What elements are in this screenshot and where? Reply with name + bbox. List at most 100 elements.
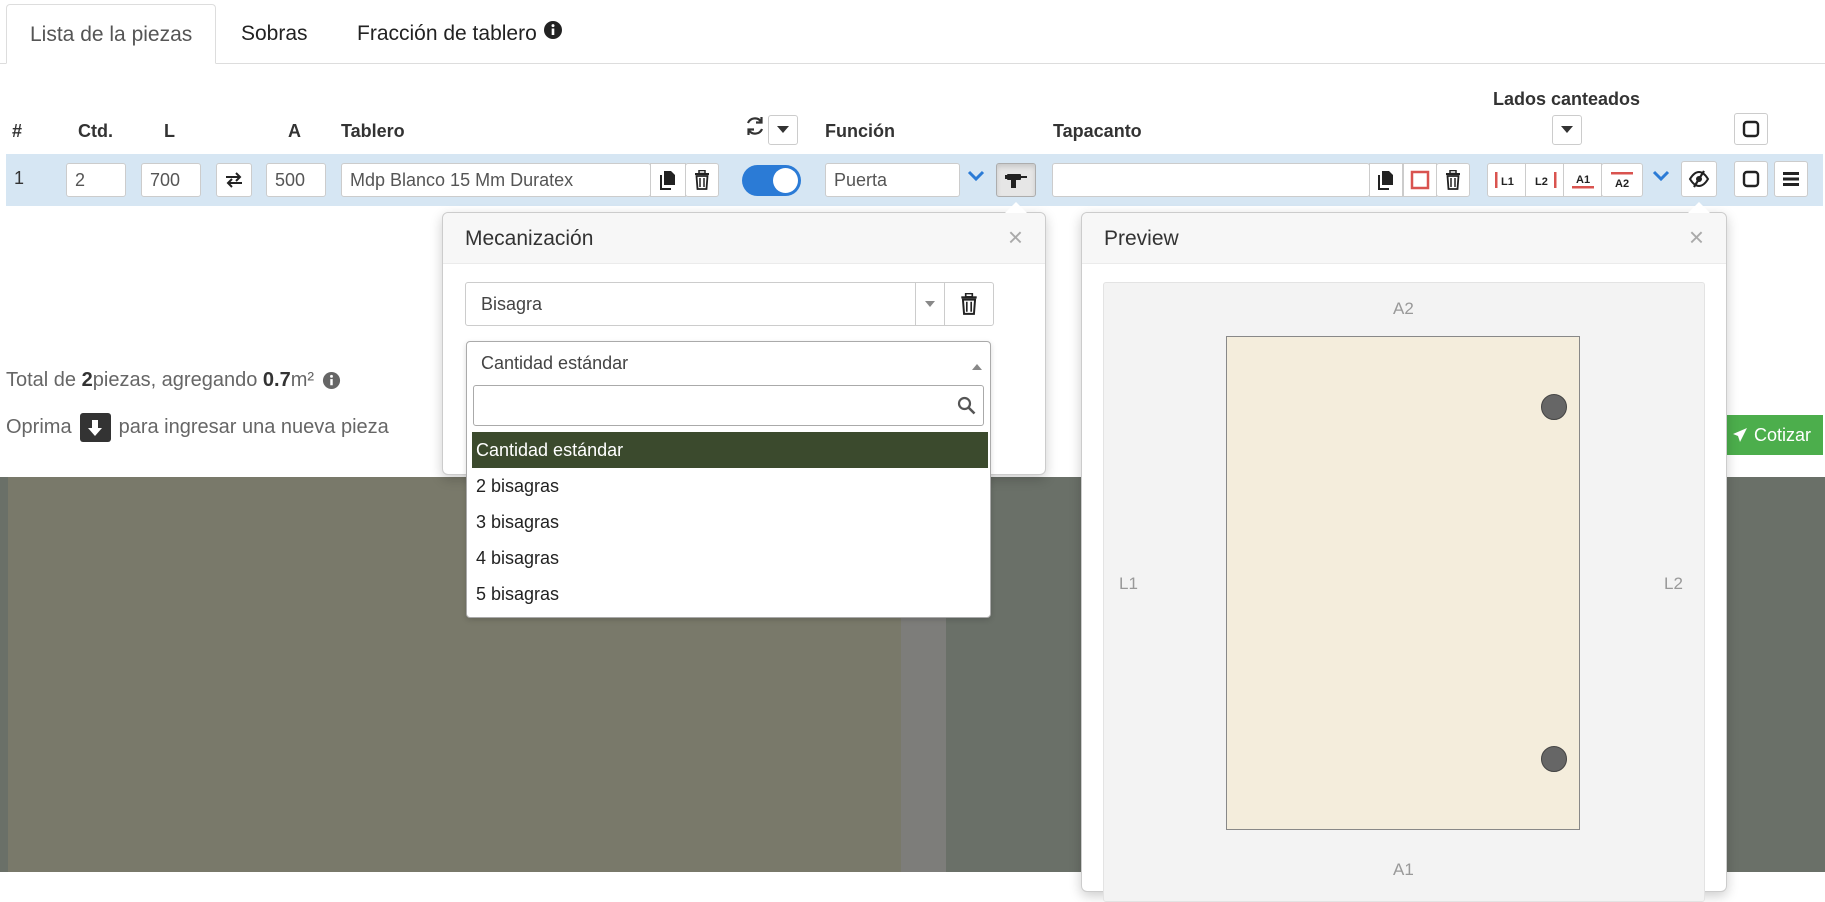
tab-label: Sobras (241, 22, 308, 45)
eye-slash-icon (1688, 170, 1710, 188)
rotation-toggle[interactable] (742, 165, 801, 196)
edge-side-a1-button[interactable]: A1 (1563, 163, 1602, 197)
hinge-quantity-dropdown[interactable]: Cantidad estándar Cantidad estándar 2 bi… (466, 341, 991, 618)
select-all-header-button[interactable] (1734, 113, 1768, 145)
tab-label: Lista de la piezas (30, 23, 193, 46)
refresh-icon[interactable] (744, 115, 766, 142)
caret-down-icon (915, 283, 944, 325)
column-options-dropdown[interactable] (768, 115, 798, 145)
summary-count: 2 (81, 369, 93, 391)
close-icon[interactable]: × (1008, 224, 1023, 250)
length-input[interactable]: 700 (141, 163, 201, 197)
edge-side-a2-button[interactable]: A2 (1601, 163, 1643, 197)
close-icon[interactable]: × (1689, 224, 1704, 250)
hinge-hole (1541, 394, 1567, 420)
machining-type-value: Bisagra (481, 294, 543, 314)
dropdown-option[interactable]: Cantidad estándar (472, 432, 988, 468)
col-header-function: Función (825, 121, 895, 141)
side-label-bottom: A1 (1393, 860, 1414, 879)
send-icon (1732, 428, 1747, 442)
square-icon (1742, 120, 1760, 138)
tab-leftovers[interactable]: Sobras (218, 4, 331, 64)
swap-icon (226, 172, 242, 188)
board-input[interactable]: Mdp Blanco 15 Mm Duratex (341, 163, 651, 197)
function-select[interactable]: Puerta (825, 163, 960, 197)
quote-label: Cotizar (1753, 424, 1811, 445)
copy-icon (1378, 171, 1393, 190)
piece-shape (1226, 336, 1580, 830)
edge-banding-input[interactable] (1052, 163, 1370, 197)
caret-down-icon (1561, 126, 1573, 133)
arrow-down-key-icon (79, 413, 111, 442)
menu-icon (1783, 172, 1799, 186)
function-chevron-down-icon[interactable] (967, 169, 985, 187)
hinge-quantity-value: Cantidad estándar (481, 353, 629, 373)
copy-edge-button[interactable] (1369, 163, 1403, 197)
dropdown-option[interactable]: 4 bisagras (472, 540, 988, 576)
info-icon[interactable] (543, 4, 563, 64)
side-label-right: L2 (1664, 574, 1683, 593)
edge-side-label: L1 (1501, 176, 1514, 188)
copy-icon (660, 171, 675, 190)
quote-button[interactable]: Cotizar (1720, 415, 1823, 455)
swap-dimensions-button[interactable] (216, 163, 252, 197)
tab-label: Fracción de tablero (357, 22, 537, 45)
caret-up-icon (972, 357, 982, 375)
side-label-top: A2 (1393, 299, 1414, 318)
dropdown-search-input[interactable] (474, 386, 934, 423)
popover-title: Mecanización (443, 213, 1045, 264)
delete-edge-button[interactable] (1436, 163, 1470, 197)
tab-piece-list[interactable]: Lista de la piezas (6, 4, 217, 64)
summary-unit: m² (290, 369, 315, 391)
preview-toggle-button[interactable] (1681, 161, 1717, 197)
row-menu-button[interactable] (1774, 161, 1808, 197)
delete-board-button[interactable] (685, 163, 719, 197)
dropdown-option[interactable]: 5 bisagras (472, 576, 988, 612)
edge-side-label: A1 (1576, 174, 1590, 186)
edged-sides-dropdown[interactable] (1552, 115, 1582, 145)
hinge-hole (1541, 746, 1567, 772)
edge-side-label: A2 (1615, 178, 1629, 189)
row-select-button[interactable] (1734, 161, 1768, 197)
dropdown-search-field[interactable] (473, 385, 984, 426)
drill-icon (1005, 174, 1027, 188)
trash-icon (961, 293, 977, 315)
col-header-length: L (164, 121, 175, 141)
pieces-summary: Total de 2 piezas, agregando 0.7 m² (6, 369, 341, 392)
machining-type-select[interactable]: Bisagra (465, 282, 945, 326)
search-icon (957, 396, 976, 420)
col-header-qty: Ctd. (78, 121, 113, 141)
machining-button[interactable] (996, 163, 1036, 197)
dropdown-option[interactable]: 3 bisagras (472, 504, 988, 540)
qty-input[interactable]: 2 (66, 163, 126, 197)
col-header-board: Tablero (341, 121, 405, 141)
popover-title: Preview (1082, 213, 1726, 264)
hint-prefix: Oprima (6, 416, 72, 438)
copy-board-button[interactable] (650, 163, 686, 197)
edge-frame-button[interactable] (1403, 163, 1437, 197)
popover-arrow (1005, 202, 1027, 213)
summary-prefix: Total de (6, 369, 77, 391)
delete-machining-button[interactable] (944, 282, 994, 326)
edge-square-icon (1410, 170, 1430, 190)
edge-side-l2-button[interactable]: L2 (1525, 163, 1564, 197)
col-header-edged-sides: Lados canteados (1493, 89, 1641, 109)
preview-canvas: A2 A1 L1 L2 (1103, 282, 1705, 902)
edge-sides-chevron-down-icon[interactable] (1652, 169, 1670, 187)
hint-suffix: para ingresar una nueva pieza (118, 416, 389, 438)
caret-down-icon (777, 126, 789, 133)
edge-side-l1-button[interactable]: L1 (1487, 163, 1526, 197)
popover-arrow (1688, 202, 1710, 213)
edge-side-label: L2 (1535, 176, 1548, 188)
square-icon (1742, 170, 1760, 188)
tab-board-fraction[interactable]: Fracción de tablero (334, 4, 586, 64)
width-input[interactable]: 500 (266, 163, 326, 197)
dropdown-option[interactable]: 2 bisagras (472, 468, 988, 504)
row-index: 1 (14, 168, 25, 188)
side-label-left: L1 (1119, 574, 1138, 593)
col-header-edge: Tapacanto (1053, 121, 1142, 141)
summary-area: 0.7 (262, 369, 291, 391)
trash-icon (1446, 170, 1460, 190)
col-header-index: # (12, 121, 23, 141)
info-icon[interactable] (322, 371, 341, 390)
